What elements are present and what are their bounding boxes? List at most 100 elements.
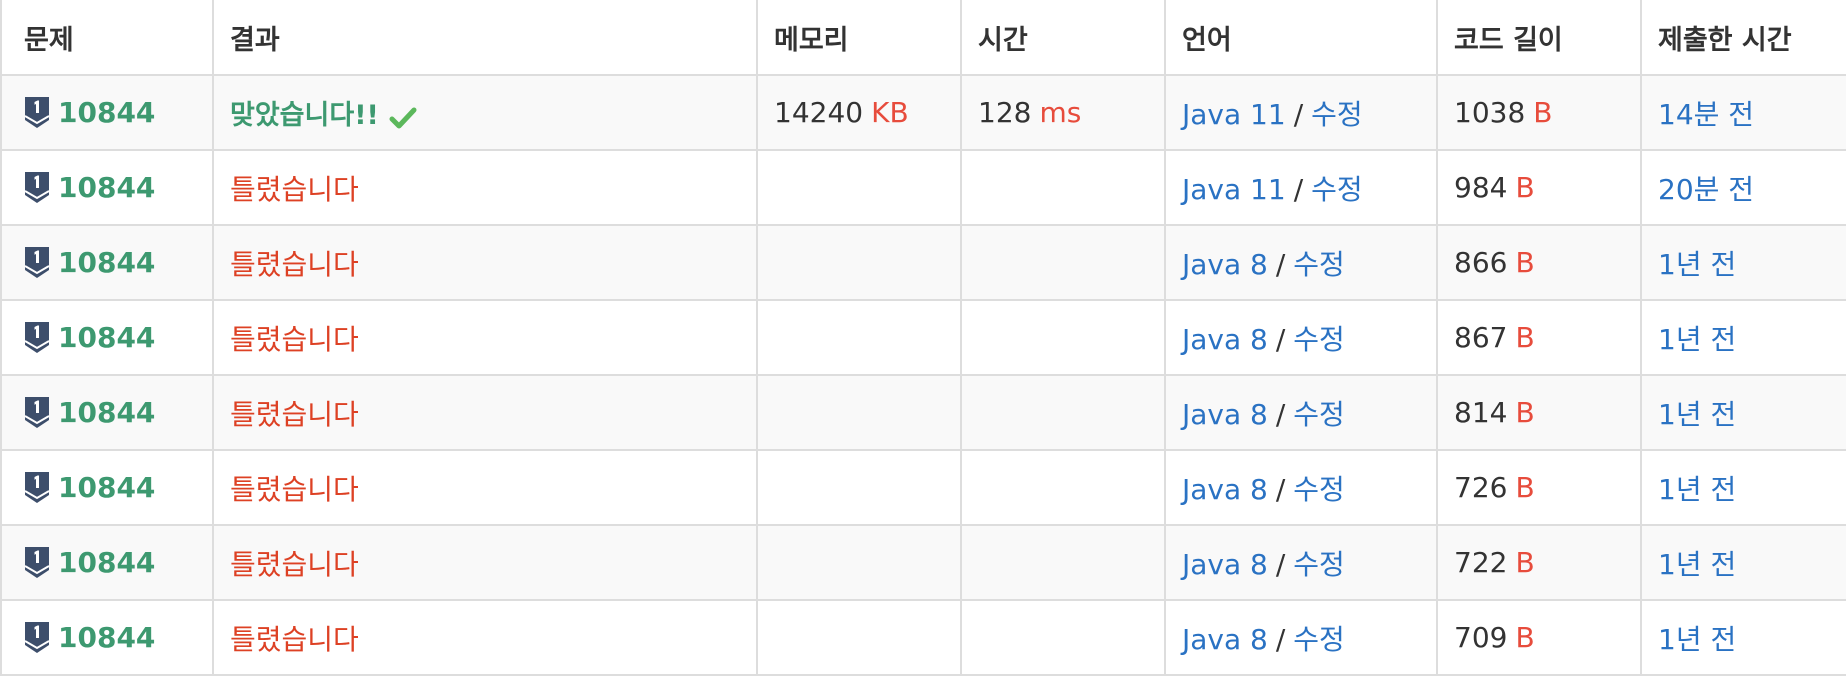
time-value: 128 [978, 96, 1032, 129]
time-cell [960, 449, 1166, 526]
time-cell [960, 149, 1166, 226]
submitted-time-link[interactable]: 1년 전 [1658, 398, 1736, 431]
language-cell: Java 8/수정 [1164, 224, 1438, 301]
problem-link[interactable]: 10844 [58, 546, 155, 579]
code-length-unit: B [1533, 96, 1553, 129]
result-text: 틀렸습니다 [230, 472, 359, 506]
memory-cell [756, 374, 962, 451]
problem-cell: 10844 [0, 599, 214, 676]
language-cell: Java 8/수정 [1164, 374, 1438, 451]
edit-link[interactable]: 수정 [1293, 398, 1345, 431]
submitted-cell: 20분 전 [1640, 149, 1846, 226]
code-length-value: 866 [1454, 246, 1508, 279]
separator: / [1275, 397, 1286, 431]
code-length-value: 1038 [1454, 96, 1526, 129]
header-result: 결과 [212, 0, 758, 76]
submitted-cell: 1년 전 [1640, 599, 1846, 676]
language-link[interactable]: Java 11 [1182, 98, 1286, 131]
submitted-cell: 1년 전 [1640, 224, 1846, 301]
submitted-time-link[interactable]: 1년 전 [1658, 548, 1736, 581]
edit-link[interactable]: 수정 [1293, 248, 1345, 281]
code-length-cell: 814 B [1436, 374, 1642, 451]
time-cell [960, 224, 1166, 301]
tier-badge-icon [24, 246, 50, 279]
result-cell: 맞았습니다!! [212, 74, 758, 151]
language-link[interactable]: Java 8 [1182, 398, 1268, 431]
tier-badge-icon [24, 321, 50, 354]
memory-cell [756, 599, 962, 676]
problem-link[interactable]: 10844 [58, 471, 155, 504]
language-link[interactable]: Java 8 [1182, 548, 1268, 581]
time-cell [960, 299, 1166, 376]
separator: / [1293, 172, 1304, 206]
submitted-cell: 1년 전 [1640, 524, 1846, 601]
submitted-time-link[interactable]: 1년 전 [1658, 473, 1736, 506]
separator: / [1293, 97, 1304, 131]
code-length-unit: B [1515, 546, 1535, 579]
code-length-value: 726 [1454, 471, 1508, 504]
result-cell: 틀렸습니다 [212, 149, 758, 226]
submitted-cell: 1년 전 [1640, 299, 1846, 376]
result-text: 틀렸습니다 [230, 322, 359, 356]
language-cell: Java 11/수정 [1164, 149, 1438, 226]
problem-link[interactable]: 10844 [58, 171, 155, 204]
table-row: 10844 틀렸습니다 Java 11/수정 984 B 20분 전 [0, 149, 1846, 226]
edit-link[interactable]: 수정 [1293, 623, 1345, 656]
edit-link[interactable]: 수정 [1293, 473, 1345, 506]
problem-link[interactable]: 10844 [58, 621, 155, 654]
tier-badge-icon [24, 546, 50, 579]
language-link[interactable]: Java 8 [1182, 248, 1268, 281]
code-length-unit: B [1515, 621, 1535, 654]
edit-link[interactable]: 수정 [1293, 548, 1345, 581]
submission-status-table: 문제 결과 메모리 시간 언어 코드 길이 제출한 시간 10844 맞았습니다!… [0, 0, 1846, 676]
code-length-unit: B [1515, 171, 1535, 204]
language-link[interactable]: Java 8 [1182, 473, 1268, 506]
submitted-time-link[interactable]: 1년 전 [1658, 323, 1736, 356]
code-length-cell: 866 B [1436, 224, 1642, 301]
memory-cell [756, 299, 962, 376]
header-submitted: 제출한 시간 [1640, 0, 1846, 76]
submitted-time-link[interactable]: 20분 전 [1658, 173, 1754, 206]
table-row: 10844 틀렸습니다 Java 8/수정 726 B 1년 전 [0, 449, 1846, 526]
memory-value: 14240 [774, 96, 864, 129]
code-length-cell: 984 B [1436, 149, 1642, 226]
result-cell: 틀렸습니다 [212, 374, 758, 451]
header-memory: 메모리 [756, 0, 962, 76]
code-length-cell: 867 B [1436, 299, 1642, 376]
code-length-cell: 709 B [1436, 599, 1642, 676]
code-length-unit: B [1515, 396, 1535, 429]
result-text: 틀렸습니다 [230, 547, 359, 581]
problem-link[interactable]: 10844 [58, 246, 155, 279]
memory-cell [756, 524, 962, 601]
result-text: 틀렸습니다 [230, 397, 359, 431]
language-cell: Java 8/수정 [1164, 524, 1438, 601]
problem-link[interactable]: 10844 [58, 96, 155, 129]
language-link[interactable]: Java 8 [1182, 323, 1268, 356]
problem-cell: 10844 [0, 524, 214, 601]
problem-link[interactable]: 10844 [58, 396, 155, 429]
problem-cell: 10844 [0, 449, 214, 526]
code-length-value: 867 [1454, 321, 1508, 354]
tier-badge-icon [24, 96, 50, 129]
table-row: 10844 틀렸습니다 Java 8/수정 867 B 1년 전 [0, 299, 1846, 376]
table-row: 10844 틀렸습니다 Java 8/수정 709 B 1년 전 [0, 599, 1846, 676]
header-language: 언어 [1164, 0, 1438, 76]
tier-badge-icon [24, 621, 50, 654]
language-link[interactable]: Java 11 [1182, 173, 1286, 206]
code-length-cell: 722 B [1436, 524, 1642, 601]
result-text: 틀렸습니다 [230, 622, 359, 656]
memory-cell [756, 224, 962, 301]
tier-badge-icon [24, 471, 50, 504]
submitted-time-link[interactable]: 1년 전 [1658, 623, 1736, 656]
problem-link[interactable]: 10844 [58, 321, 155, 354]
time-cell [960, 599, 1166, 676]
edit-link[interactable]: 수정 [1311, 173, 1363, 206]
submitted-time-link[interactable]: 1년 전 [1658, 248, 1736, 281]
header-row: 문제 결과 메모리 시간 언어 코드 길이 제출한 시간 [0, 0, 1846, 76]
edit-link[interactable]: 수정 [1311, 98, 1363, 131]
language-link[interactable]: Java 8 [1182, 623, 1268, 656]
edit-link[interactable]: 수정 [1293, 323, 1345, 356]
submitted-time-link[interactable]: 14분 전 [1658, 98, 1754, 131]
code-length-value: 814 [1454, 396, 1508, 429]
problem-cell: 10844 [0, 299, 214, 376]
